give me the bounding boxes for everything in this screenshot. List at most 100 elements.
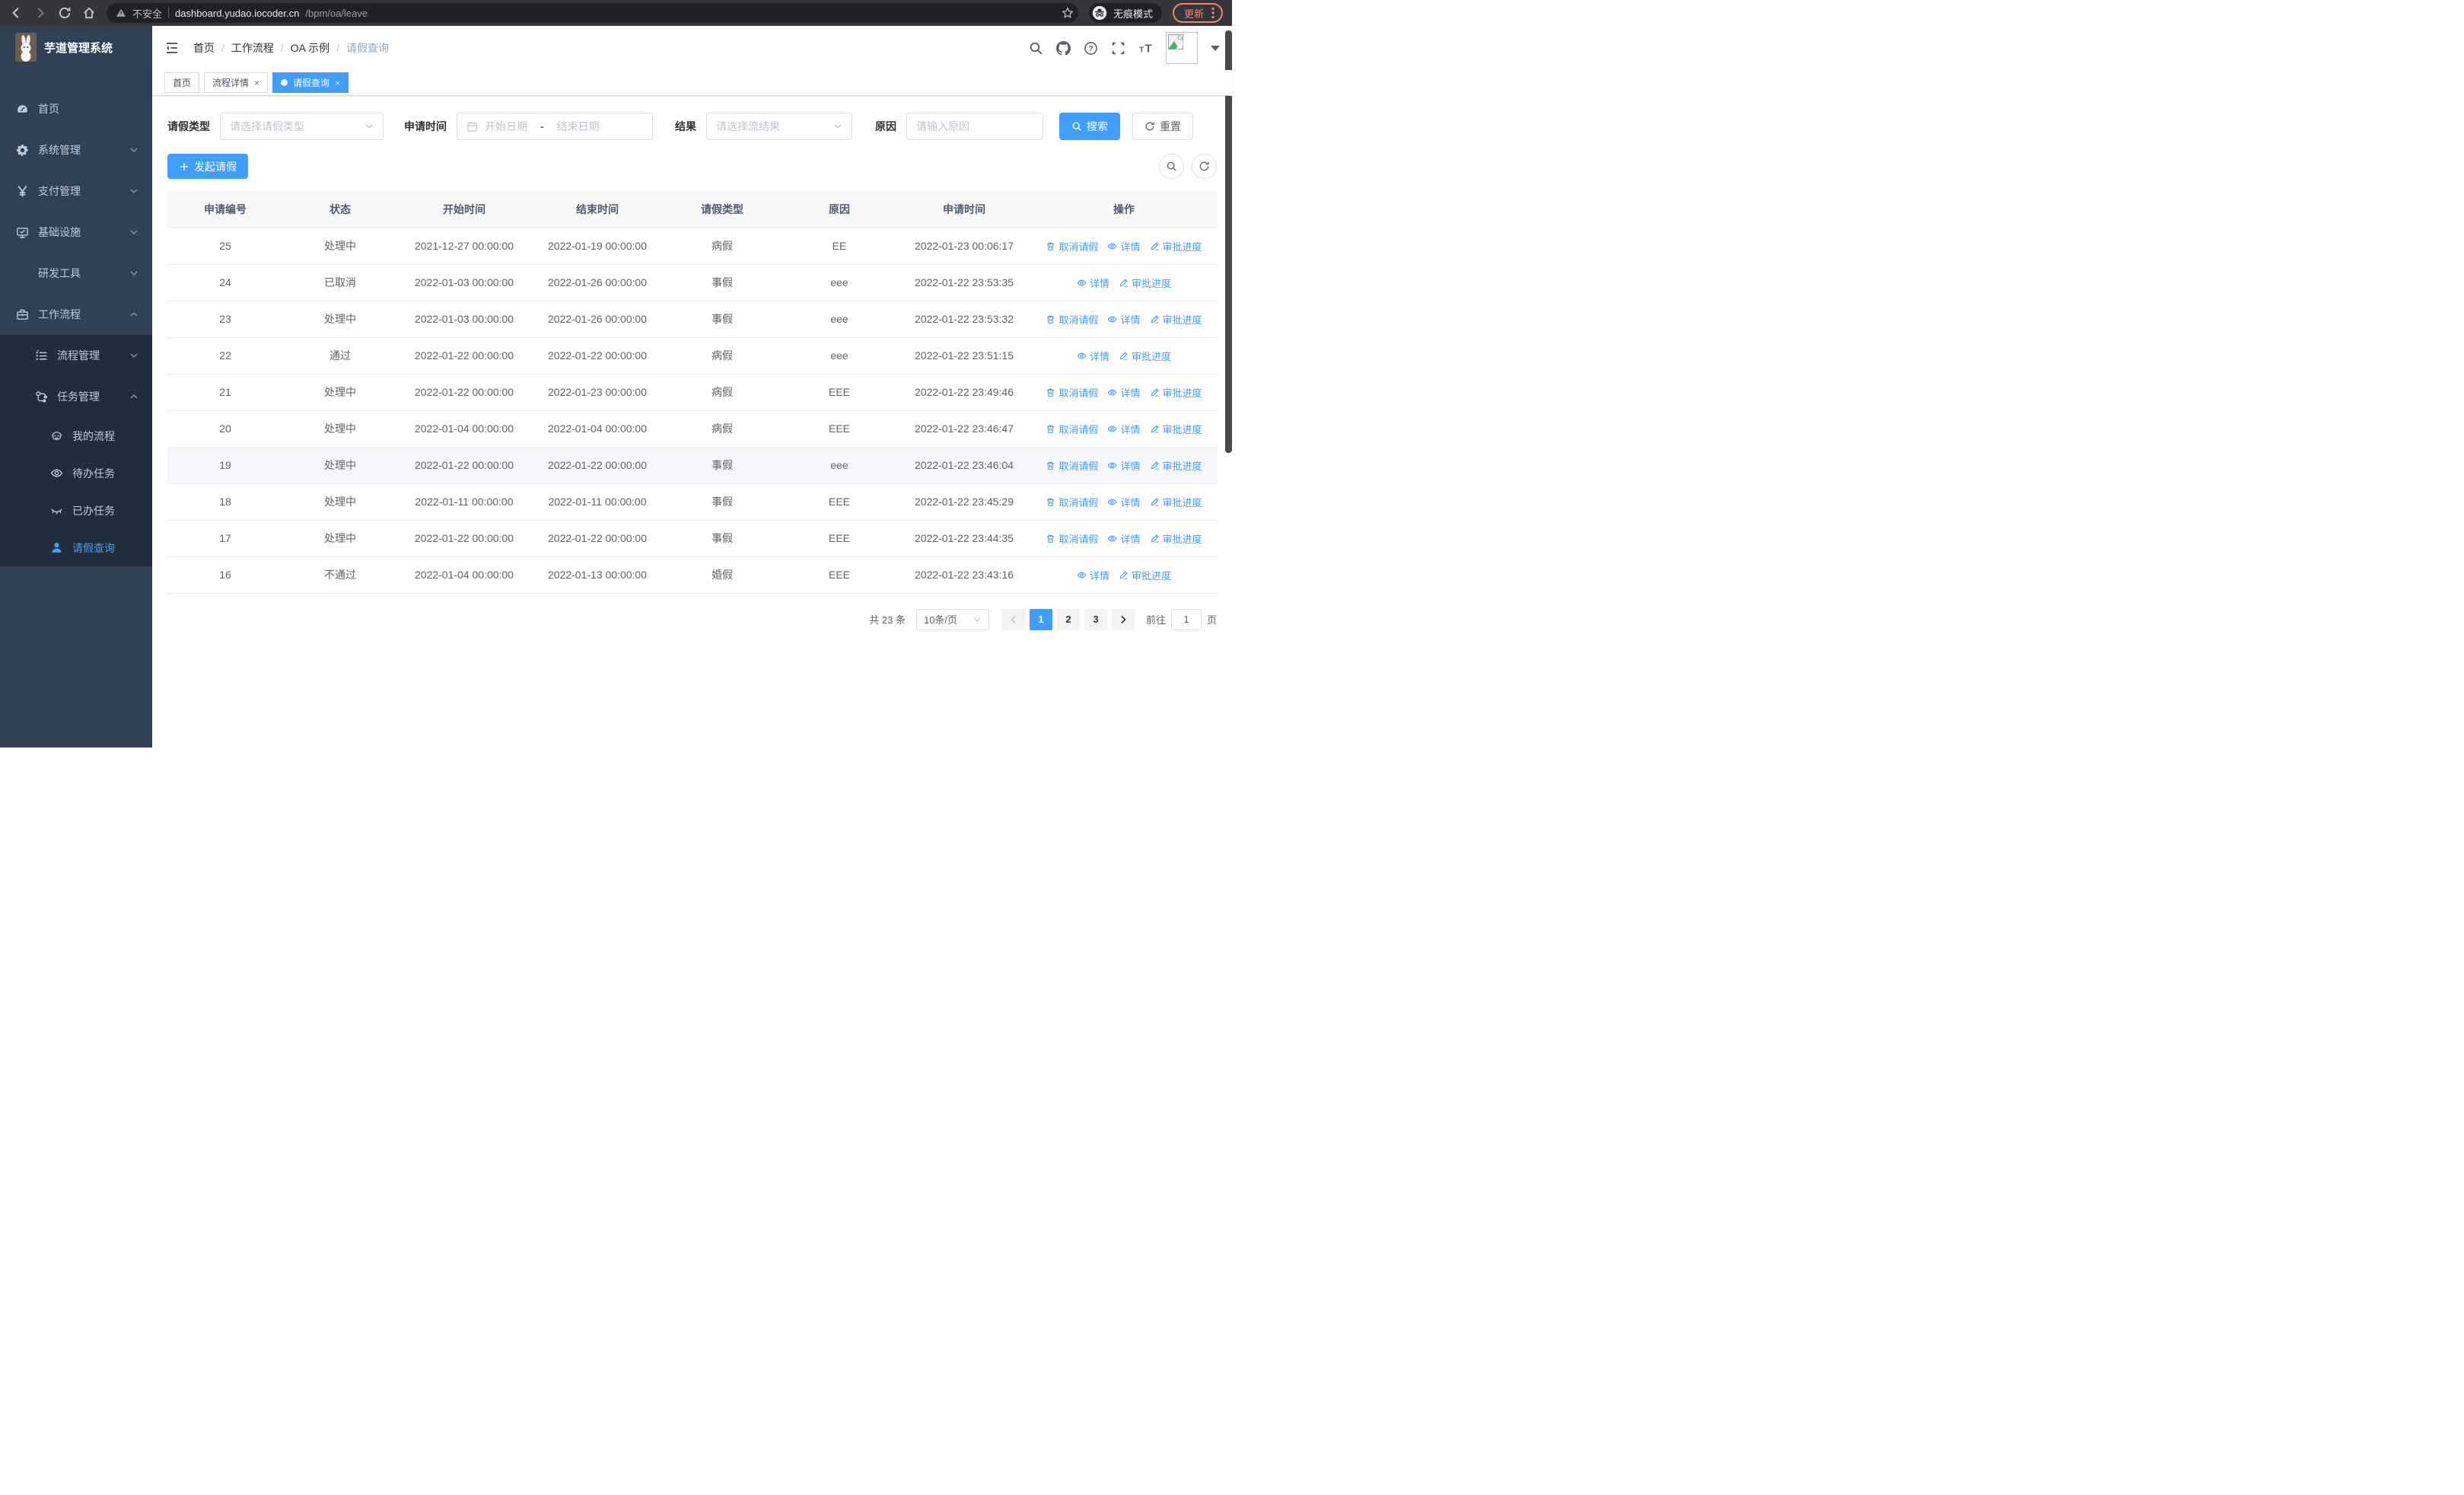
table-cell: 事假 [664, 447, 781, 484]
address-bar[interactable]: 不安全 dashboard.yudao.iocoder.cn/bpm/oa/le… [107, 3, 1078, 23]
action-approval-progress[interactable]: 审批进度 [1150, 239, 1202, 253]
refresh-button[interactable] [1192, 154, 1217, 179]
table-cell: 事假 [664, 301, 781, 338]
action-cancel-leave[interactable]: 取消请假 [1046, 495, 1098, 509]
sidebar-item-infra[interactable]: 基础设施 [0, 212, 152, 253]
sidebar-item-label: 已办任务 [72, 504, 115, 517]
toggle-search-button[interactable] [1159, 154, 1184, 179]
tab-process-detail[interactable]: 流程详情 × [204, 72, 269, 93]
prev-page-button[interactable] [1001, 608, 1025, 630]
action-detail[interactable]: 详情 [1077, 276, 1109, 290]
font-size-icon[interactable]: TT [1138, 41, 1153, 56]
action-cancel-leave[interactable]: 取消请假 [1046, 422, 1098, 436]
sidebar-item-done-tasks[interactable]: 已办任务 [0, 492, 152, 529]
sidebar-item-devtools[interactable]: 研发工具 [0, 253, 152, 294]
action-approval-progress[interactable]: 审批进度 [1150, 458, 1202, 473]
sidebar-item-system[interactable]: 系统管理 [0, 129, 152, 171]
action-detail[interactable]: 详情 [1107, 422, 1141, 436]
action-approval-progress[interactable]: 审批进度 [1150, 312, 1202, 327]
sidebar-item-payment[interactable]: 支付管理 [0, 171, 152, 212]
page-button-3[interactable]: 3 [1084, 608, 1107, 630]
reload-icon[interactable] [58, 6, 72, 20]
create-leave-button[interactable]: 发起请假 [167, 154, 248, 179]
table-row: 18 处理中 2022-01-11 00:00:00 2022-01-11 00:00… [167, 483, 1218, 521]
result-select[interactable]: 请选择流结果 [706, 113, 852, 140]
action-approval-progress[interactable]: 审批进度 [1150, 495, 1202, 509]
close-icon[interactable]: × [335, 78, 340, 88]
sidebar-item-workflow[interactable]: 工作流程 [0, 294, 152, 335]
tab-leave-query[interactable]: 请假查询 × [272, 72, 349, 93]
search-icon[interactable] [1029, 41, 1043, 56]
sidebar-collapse-icon[interactable] [164, 40, 180, 56]
app-logo[interactable]: 芋道管理系统 [0, 26, 152, 69]
sidebar-item-leave-query[interactable]: 请假查询 [0, 529, 152, 566]
sidebar-item-todo-tasks[interactable]: 待办任务 [0, 454, 152, 492]
action-approval-progress[interactable]: 审批进度 [1119, 568, 1171, 582]
browser-menu-icon[interactable] [1211, 7, 1214, 19]
reset-button[interactable]: 重置 [1132, 113, 1193, 140]
action-detail[interactable]: 详情 [1077, 568, 1109, 582]
action-approval-progress[interactable]: 审批进度 [1119, 349, 1171, 363]
action-approval-progress[interactable]: 审批进度 [1150, 385, 1202, 400]
breadcrumb-item[interactable]: 工作流程 [231, 40, 274, 56]
tab-home[interactable]: 首页 [164, 72, 200, 93]
sidebar-item-process-mgmt[interactable]: 流程管理 [0, 335, 152, 376]
next-page-button[interactable] [1111, 608, 1135, 630]
pencil-icon [1150, 424, 1160, 434]
table-cell: EEE [781, 520, 898, 557]
eye-icon [1107, 534, 1117, 543]
toolbox-icon [15, 266, 29, 280]
sidebar-item-label: 我的流程 [72, 429, 115, 442]
tab-label: 首页 [173, 78, 192, 88]
sidebar-item-home[interactable]: 首页 [0, 88, 152, 129]
fullscreen-icon[interactable] [1111, 41, 1125, 56]
home-icon[interactable] [82, 6, 96, 20]
breadcrumb-separator: / [280, 42, 284, 54]
page-size-select[interactable]: 10条/页 [915, 608, 989, 630]
table-cell: 2022-01-04 00:00:00 [397, 410, 531, 448]
help-icon[interactable]: ? [1084, 41, 1098, 56]
close-icon[interactable]: × [254, 78, 259, 88]
action-approval-progress[interactable]: 审批进度 [1119, 276, 1171, 290]
leave-type-select[interactable]: 请选择请假类型 [220, 113, 384, 140]
apply-time-range-picker[interactable]: 开始日期 - 结束日期 [457, 113, 653, 140]
action-cancel-leave[interactable]: 取消请假 [1046, 531, 1098, 546]
leave-type-placeholder: 请选择请假类型 [230, 120, 304, 132]
chevron-down-icon [129, 269, 138, 278]
github-icon[interactable] [1056, 40, 1071, 56]
action-approval-progress[interactable]: 审批进度 [1150, 422, 1202, 436]
action-cancel-leave[interactable]: 取消请假 [1046, 239, 1098, 253]
action-detail[interactable]: 详情 [1107, 531, 1141, 546]
breadcrumb-item[interactable]: 首页 [193, 40, 215, 56]
bookmark-star-icon[interactable] [1062, 7, 1074, 19]
action-detail[interactable]: 详情 [1107, 239, 1141, 253]
table-cell: 2022-01-22 23:46:47 [898, 410, 1030, 448]
avatar[interactable] [1166, 32, 1198, 64]
table-cell: eee [781, 301, 898, 338]
page-button-2[interactable]: 2 [1056, 608, 1080, 630]
avatar-caret-icon[interactable] [1211, 45, 1220, 51]
action-detail[interactable]: 详情 [1077, 349, 1109, 363]
url-host: dashboard.yudao.iocoder.cn [175, 7, 300, 19]
action-detail[interactable]: 详情 [1107, 312, 1141, 327]
breadcrumb-item[interactable]: OA 示例 [291, 40, 329, 56]
sidebar-item-my-process[interactable]: 我的流程 [0, 417, 152, 454]
action-cancel-leave[interactable]: 取消请假 [1046, 312, 1098, 327]
goto-page-input[interactable] [1170, 608, 1202, 630]
reason-input[interactable] [906, 113, 1043, 140]
action-cancel-leave[interactable]: 取消请假 [1046, 385, 1098, 400]
action-cancel-leave[interactable]: 取消请假 [1046, 458, 1098, 473]
back-icon[interactable] [9, 6, 23, 20]
browser-update-button[interactable]: 更新 [1172, 3, 1223, 23]
forward-icon[interactable] [33, 6, 47, 20]
action-detail[interactable]: 详情 [1107, 495, 1141, 509]
table-cell: 2022-01-22 00:00:00 [397, 520, 531, 557]
sidebar-item-task-mgmt[interactable]: 任务管理 [0, 376, 152, 417]
table-cell: 不通过 [283, 556, 397, 594]
not-secure-warning-icon [116, 8, 126, 18]
action-detail[interactable]: 详情 [1107, 385, 1141, 400]
page-button-1[interactable]: 1 [1029, 608, 1052, 630]
action-detail[interactable]: 详情 [1107, 458, 1141, 473]
action-approval-progress[interactable]: 审批进度 [1150, 531, 1202, 546]
search-button[interactable]: 搜索 [1059, 113, 1120, 140]
